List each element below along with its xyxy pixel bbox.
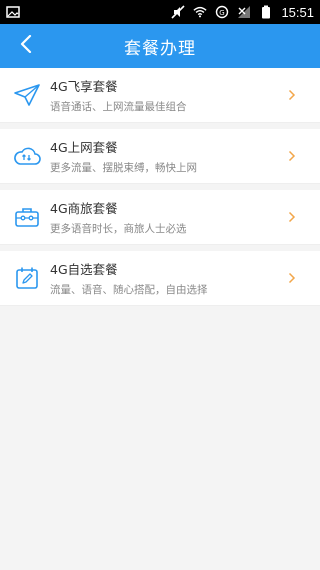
item-subtitle: 更多语音时长，商旅人士必选	[50, 223, 187, 235]
signal-off-icon	[237, 5, 251, 19]
chevron-right-icon	[286, 150, 298, 162]
paper-plane-icon	[12, 80, 42, 110]
item-title: 4G上网套餐	[50, 140, 118, 155]
package-list: 4G飞享套餐 语音通话、上网流量最佳组合 4G上网套餐 更多流量、摆脱束缚，畅快…	[0, 68, 320, 306]
item-subtitle: 流量、语音、随心搭配，自由选择	[50, 284, 208, 296]
item-texts: 4G自选套餐 流量、语音、随心搭配，自由选择	[50, 259, 286, 297]
item-title: 4G自选套餐	[50, 262, 118, 277]
package-item-zixuan[interactable]: 4G自选套餐 流量、语音、随心搭配，自由选择	[0, 251, 320, 306]
item-title: 4G商旅套餐	[50, 201, 118, 216]
calendar-pen-icon	[12, 263, 42, 293]
chevron-right-icon	[286, 211, 298, 223]
status-bar: G 15:51	[0, 0, 320, 24]
status-left	[6, 5, 20, 19]
app-header: 套餐办理	[0, 24, 320, 68]
item-title: 4G飞享套餐	[50, 79, 118, 94]
back-button[interactable]	[10, 24, 42, 68]
package-item-feixiang[interactable]: 4G飞享套餐 语音通话、上网流量最佳组合	[0, 68, 320, 123]
status-time: 15:51	[281, 4, 314, 20]
battery-icon	[259, 5, 273, 19]
svg-text:G: G	[220, 9, 225, 17]
item-subtitle: 语音通话、上网流量最佳组合	[50, 101, 187, 113]
no-sound-icon	[171, 5, 186, 19]
image-icon	[6, 5, 20, 19]
cloud-arrows-icon	[12, 141, 42, 171]
page-title: 套餐办理	[124, 38, 196, 59]
package-item-shanglv[interactable]: 4G商旅套餐 更多语音时长，商旅人士必选	[0, 190, 320, 245]
chevron-right-icon	[286, 89, 298, 101]
empty-content-area	[0, 306, 320, 570]
suitcase-icon	[12, 202, 42, 232]
item-texts: 4G上网套餐 更多流量、摆脱束缚，畅快上网	[50, 137, 286, 175]
package-item-shangwang[interactable]: 4G上网套餐 更多流量、摆脱束缚，畅快上网	[0, 129, 320, 184]
chevron-right-icon	[286, 272, 298, 284]
item-texts: 4G商旅套餐 更多语音时长，商旅人士必选	[50, 198, 286, 236]
item-subtitle: 更多流量、摆脱束缚，畅快上网	[50, 162, 197, 174]
wifi-icon	[193, 5, 208, 19]
status-right: G 15:51	[171, 5, 314, 20]
item-texts: 4G飞享套餐 语音通话、上网流量最佳组合	[50, 76, 286, 114]
data-icon: G	[215, 5, 229, 19]
chevron-left-icon	[20, 34, 32, 57]
